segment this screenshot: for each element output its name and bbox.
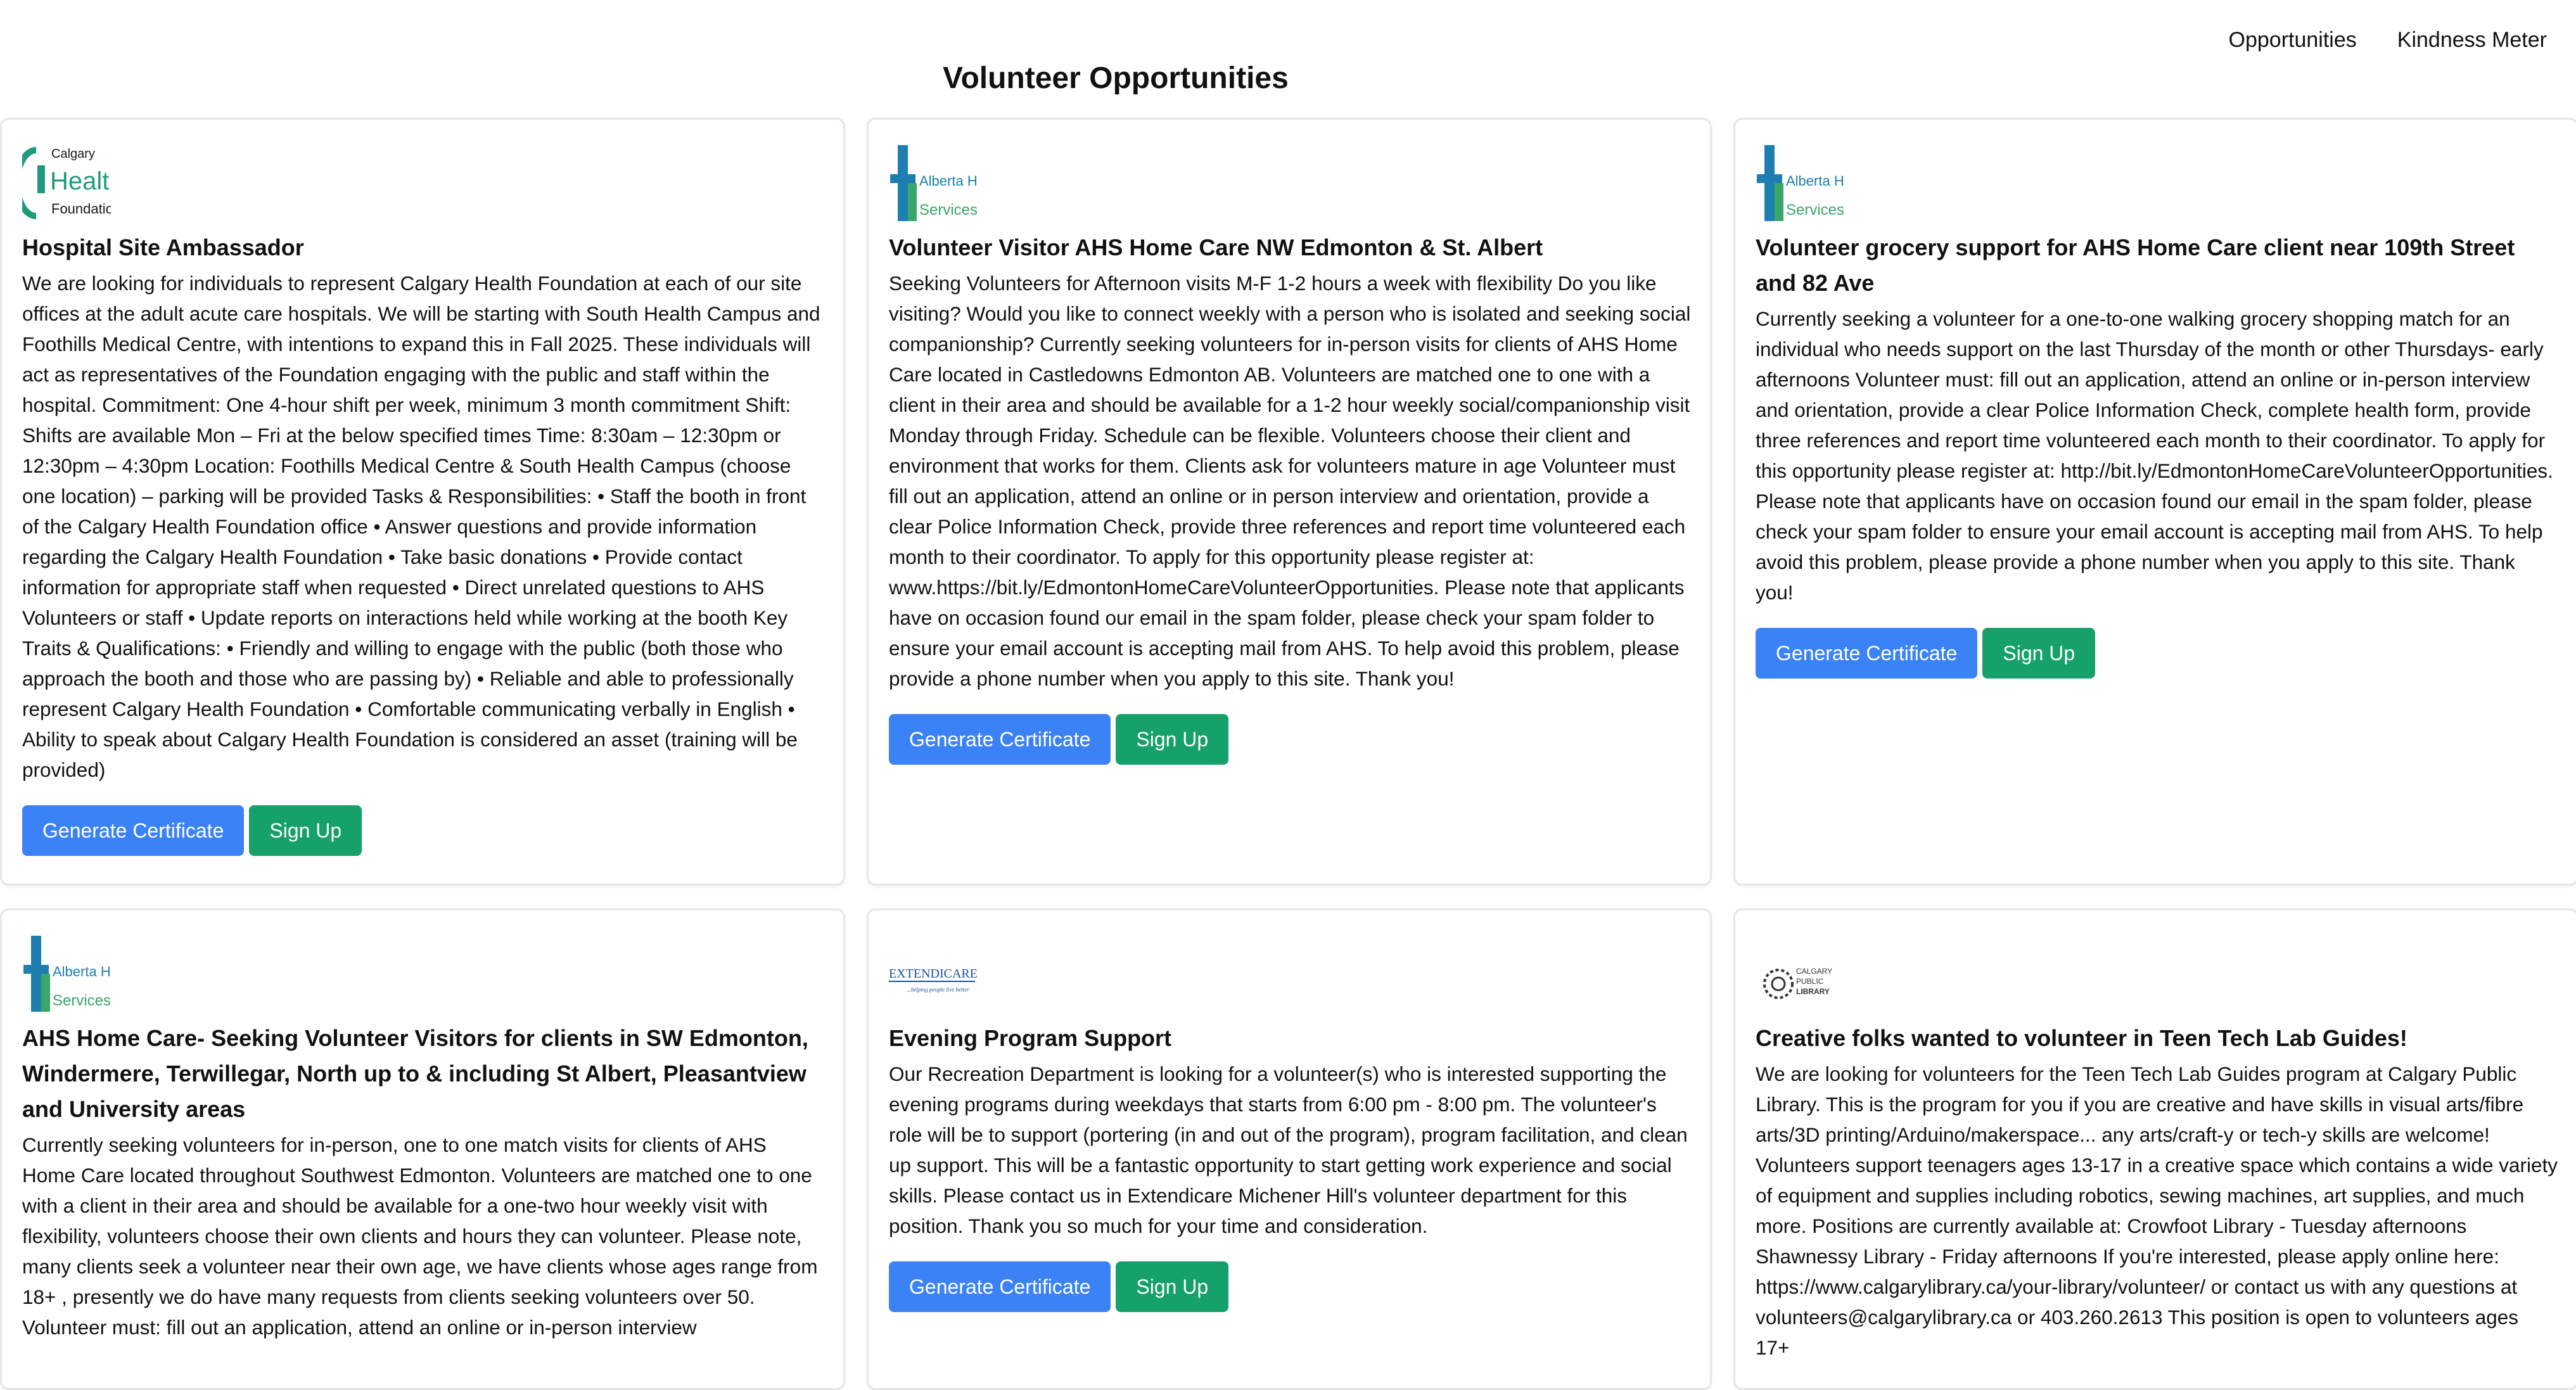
calgary-public-library-logo: CALGARY PUBLIC LIBRARY [1763,967,1832,999]
card-actions: Generate Certificate Sign Up [22,805,824,856]
opportunity-card: CALGARY PUBLIC LIBRARY Creative folks wa… [1733,909,2576,1390]
card-actions: Generate Certificate Sign Up [889,714,1691,765]
sign-up-button[interactable]: Sign Up [1982,628,2096,679]
opportunity-card: Alberta Health Services Volunteer grocer… [1733,118,2576,886]
card-title: Volunteer grocery support for AHS Home C… [1756,234,2515,296]
card-title: Hospital Site Ambassador [22,234,304,260]
card-description: We are looking for individuals to repres… [22,272,820,781]
extendicare-logo: EXTENDICARE ...helping people live bette… [889,967,978,993]
sign-up-button[interactable]: Sign Up [1116,714,1229,765]
generate-certificate-button[interactable]: Generate Certificate [22,805,245,856]
alberta-health-services-logo: Alberta Health Services [1757,145,1844,221]
opportunities-grid: Calgary Health Foundation. Hospital Site… [0,118,2576,1390]
svg-text:Alberta Health: Alberta Health [919,173,978,189]
card-actions: Generate Certificate Sign Up [889,1261,1691,1312]
svg-text:Foundation.: Foundation. [51,201,111,217]
svg-text:Health: Health [50,167,111,195]
card-description: We are looking for volunteers for the Te… [1756,1062,2558,1359]
calgary-health-foundation-logo: Calgary Health Foundation. [22,147,111,219]
nav-kindness-meter-link[interactable]: Kindness Meter [2397,28,2547,53]
card-title: Evening Program Support [889,1025,1172,1051]
svg-text:LIBRARY: LIBRARY [1796,987,1830,996]
card-description: Currently seeking a volunteer for a one-… [1756,307,2553,604]
card-description: Currently seeking volunteers for in-pers… [22,1133,818,1339]
card-description: Seeking Volunteers for Afternoon visits … [889,272,1691,690]
generate-certificate-button[interactable]: Generate Certificate [1756,628,1978,679]
svg-text:PUBLIC: PUBLIC [1796,977,1824,986]
top-nav: Opportunities Kindness Meter [2229,28,2547,53]
card-description: Our Recreation Department is looking for… [889,1062,1688,1237]
svg-text:CALGARY: CALGARY [1796,967,1832,976]
page-title: Volunteer Opportunities [943,61,1289,95]
generate-certificate-button[interactable]: Generate Certificate [889,1261,1111,1312]
sign-up-button[interactable]: Sign Up [1116,1261,1229,1312]
card-title: AHS Home Care- Seeking Volunteer Visitor… [22,1025,808,1122]
svg-text:EXTENDICARE: EXTENDICARE [889,967,978,981]
card-title: Creative folks wanted to volunteer in Te… [1756,1025,2407,1051]
sign-up-button[interactable]: Sign Up [249,805,362,856]
svg-text:Services: Services [1786,201,1844,219]
svg-text:Alberta Health: Alberta Health [53,964,111,979]
svg-text:Services: Services [53,992,111,1009]
svg-text:Calgary: Calgary [51,147,95,161]
opportunity-card: EXTENDICARE ...helping people live bette… [867,909,1712,1390]
svg-text:Alberta Health: Alberta Health [1786,173,1844,189]
svg-text:...helping people live better: ...helping people live better [907,986,969,993]
alberta-health-services-logo: Alberta Health Services [890,145,978,221]
generate-certificate-button[interactable]: Generate Certificate [889,714,1111,765]
opportunity-card: Calgary Health Foundation. Hospital Site… [0,118,845,886]
opportunity-card: Alberta Health Services AHS Home Care- S… [0,909,845,1390]
card-actions: Generate Certificate Sign Up [1756,628,2558,679]
svg-text:Services: Services [919,201,978,219]
opportunity-card: Alberta Health Services Volunteer Visito… [867,118,1712,886]
nav-opportunities-link[interactable]: Opportunities [2229,28,2357,53]
card-title: Volunteer Visitor AHS Home Care NW Edmon… [889,234,1543,260]
alberta-health-services-logo: Alberta Health Services [23,936,111,1012]
